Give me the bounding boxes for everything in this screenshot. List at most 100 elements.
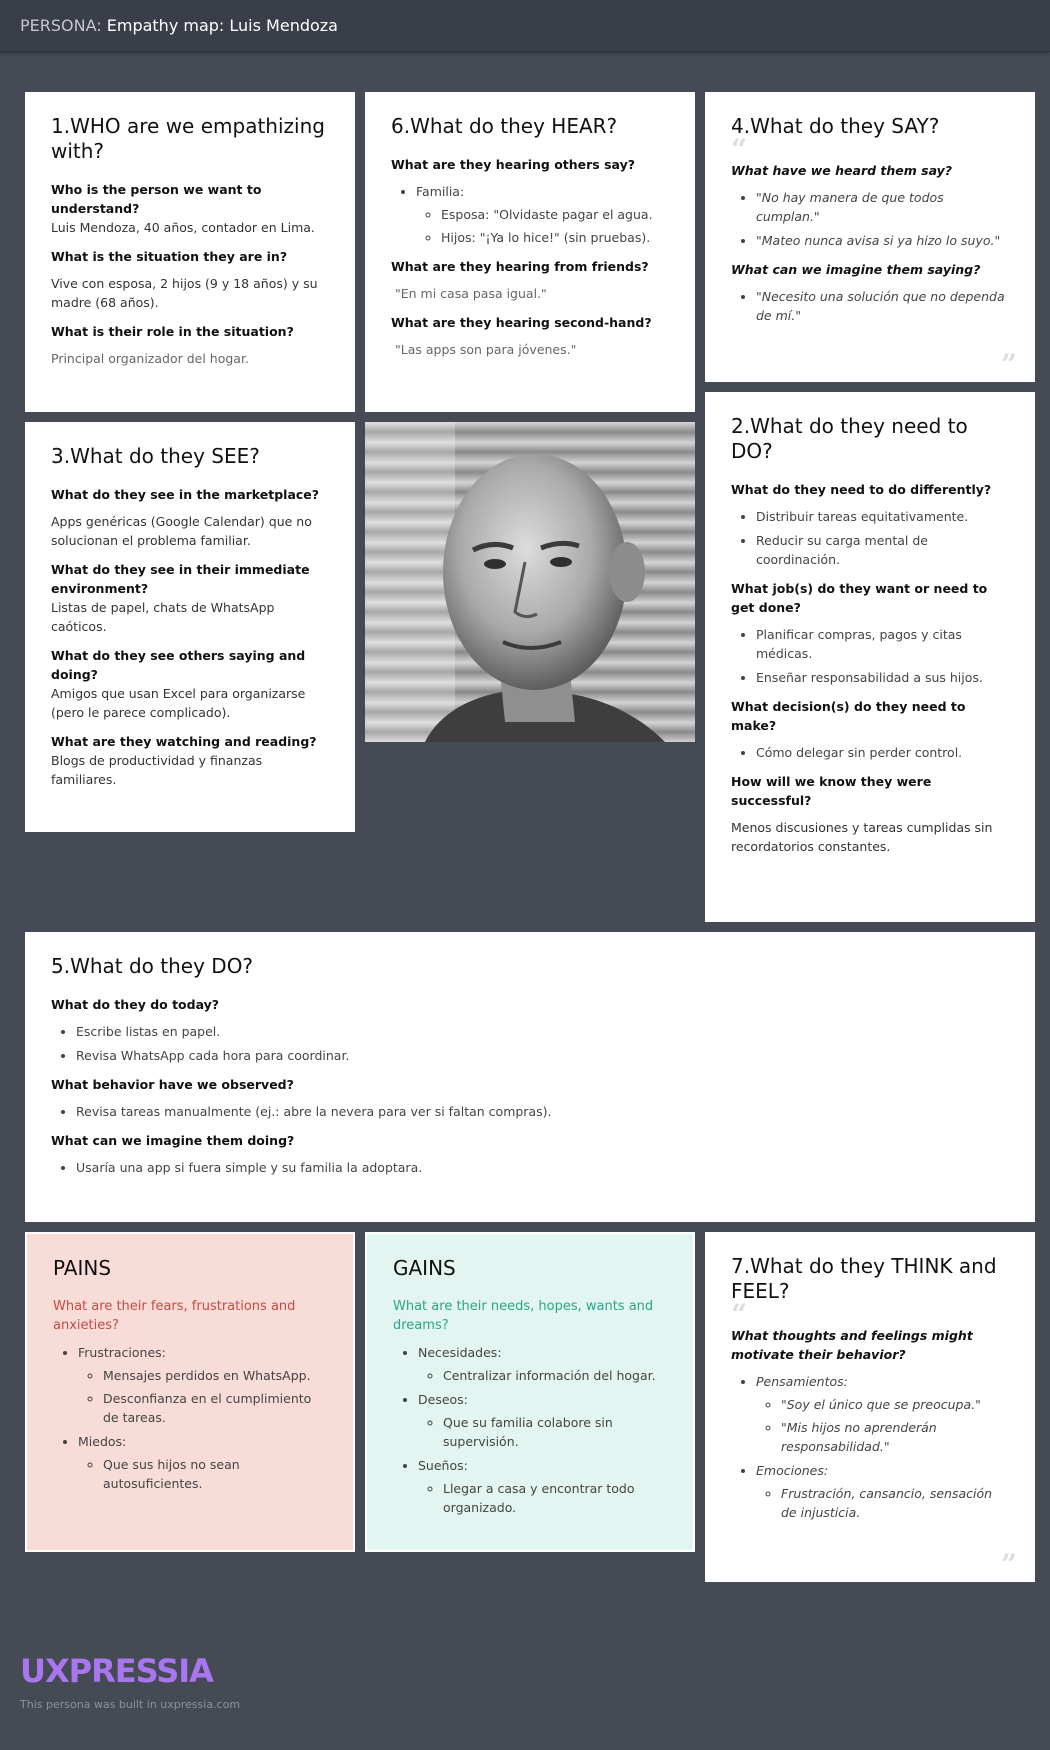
- close-quote-icon: ”: [1000, 348, 1017, 381]
- answer: Amigos que usan Excel para organizarse (…: [51, 686, 306, 720]
- group-label: Miedos:: [78, 1434, 127, 1449]
- pains-list: Frustraciones: Mensajes perdidos en What…: [53, 1343, 327, 1493]
- group-label: Familia:: [416, 184, 465, 199]
- gains-title: GAINS: [393, 1256, 456, 1280]
- question: What are they hearing from friends?: [391, 259, 649, 274]
- think-card: 7.What do they THINK and FEEL? “ What th…: [705, 1232, 1035, 1582]
- think-list: Pensamientos: "Soy el único que se preoc…: [731, 1372, 1009, 1522]
- list-item: Que sus hijos no sean autosuficientes.: [103, 1455, 327, 1493]
- uxpressia-logo[interactable]: UXPRESSIA: [20, 1652, 214, 1690]
- list-item: Revisa tareas manualmente (ej.: abre la …: [76, 1102, 1009, 1121]
- answer: Luis Mendoza, 40 años, contador en Lima.: [51, 220, 315, 235]
- sub-list: Que sus hijos no sean autosuficientes.: [78, 1455, 327, 1493]
- question: What do they see in the marketplace?: [51, 487, 320, 502]
- list-item: "No hay manera de que todos cumplan.": [756, 188, 1009, 226]
- who-title: 1.WHO are we empathizing with?: [51, 114, 325, 163]
- question: What are they hearing second-hand?: [391, 315, 652, 330]
- persona-name: Empathy map: Luis Mendoza: [106, 16, 338, 35]
- list-item: "Soy el único que se preocupa.": [781, 1395, 1009, 1414]
- hear-card: 6.What do they HEAR? What are they heari…: [365, 92, 695, 412]
- sub-list: Que su familia colabore sin supervisión.: [418, 1413, 667, 1451]
- list-item: Miedos: Que sus hijos no sean autosufici…: [78, 1432, 327, 1493]
- list-item: Emociones: Frustración, cansancio, sensa…: [756, 1461, 1009, 1522]
- answer: Listas de papel, chats de WhatsApp caóti…: [51, 600, 275, 634]
- question: What do they need to do differently?: [731, 482, 992, 497]
- question: What behavior have we observed?: [51, 1077, 294, 1092]
- list-item: Que su familia colabore sin supervisión.: [443, 1413, 667, 1451]
- list-item: Frustraciones: Mensajes perdidos en What…: [78, 1343, 327, 1427]
- list-item: Desconfianza en el cumplimiento de tarea…: [103, 1389, 327, 1427]
- need-list: Cómo delegar sin perder control.: [731, 743, 1009, 762]
- pains-card: PAINS What are their fears, frustrations…: [25, 1232, 355, 1552]
- answer: "En mi casa pasa igual.": [395, 286, 547, 301]
- sub-list: "Soy el único que se preocupa." "Mis hij…: [756, 1395, 1009, 1456]
- list-item: "Mis hijos no aprenderán responsabilidad…: [781, 1418, 1009, 1456]
- group-label: Frustraciones:: [78, 1345, 166, 1360]
- persona-photo: [365, 422, 695, 742]
- answer: Apps genéricas (Google Calendar) que no …: [51, 514, 312, 548]
- do-list: Escribe listas en papel. Revisa WhatsApp…: [51, 1022, 1009, 1065]
- list-item: Distribuir tareas equitativamente.: [756, 507, 1009, 526]
- see-card: 3.What do they SEE? What do they see in …: [25, 422, 355, 832]
- question: What is their role in the situation?: [51, 324, 294, 339]
- think-title: 7.What do they THINK and FEEL?: [731, 1254, 997, 1303]
- question: What decision(s) do they need to make?: [731, 699, 966, 733]
- list-item: Escribe listas en papel.: [76, 1022, 1009, 1041]
- list-item: Deseos: Que su familia colabore sin supe…: [418, 1390, 667, 1451]
- gains-list: Necesidades: Centralizar información del…: [393, 1343, 667, 1517]
- do-list: Revisa tareas manualmente (ej.: abre la …: [51, 1102, 1009, 1121]
- sub-list: Centralizar información del hogar.: [418, 1366, 667, 1385]
- need-list: Distribuir tareas equitativamente. Reduc…: [731, 507, 1009, 569]
- list-item: Frustración, cansancio, sensación de inj…: [781, 1484, 1009, 1522]
- do-list: Usaría una app si fuera simple y su fami…: [51, 1158, 1009, 1177]
- list-item: Esposa: "Olvidaste pagar el agua.: [441, 205, 669, 224]
- see-title: 3.What do they SEE?: [51, 444, 260, 468]
- question: Who is the person we want to understand?: [51, 182, 262, 216]
- list-item: Llegar a casa y encontrar todo organizad…: [443, 1479, 667, 1517]
- who-card: 1.WHO are we empathizing with? Who is th…: [25, 92, 355, 412]
- list-item: Cómo delegar sin perder control.: [756, 743, 1009, 762]
- list-item: Reducir su carga mental de coordinación.: [756, 531, 1009, 569]
- list-item: Mensajes perdidos en WhatsApp.: [103, 1366, 327, 1385]
- list-item: Sueños: Llegar a casa y encontrar todo o…: [418, 1456, 667, 1517]
- question: What do they do today?: [51, 997, 220, 1012]
- close-quote-icon: ”: [1000, 1548, 1017, 1581]
- question: What do they see others saying and doing…: [51, 648, 306, 682]
- sub-list: Frustración, cansancio, sensación de inj…: [756, 1484, 1009, 1522]
- group-label: Deseos:: [418, 1392, 468, 1407]
- question: What are they hearing others say?: [391, 157, 635, 172]
- sub-list: Esposa: "Olvidaste pagar el agua. Hijos:…: [416, 205, 669, 247]
- sub-list: Mensajes perdidos en WhatsApp. Desconfia…: [78, 1366, 327, 1427]
- say-title: 4.What do they SAY?: [731, 114, 940, 138]
- answer: Blogs de productividad y finanzas famili…: [51, 753, 263, 787]
- question: What can we imagine them saying?: [731, 262, 981, 277]
- question: What have we heard them say?: [731, 163, 953, 178]
- pains-title: PAINS: [53, 1256, 112, 1280]
- gains-card: GAINS What are their needs, hopes, wants…: [365, 1232, 695, 1552]
- answer: Vive con esposa, 2 hijos (9 y 18 años) y…: [51, 276, 318, 310]
- list-item: Enseñar responsabilidad a sus hijos.: [756, 668, 1009, 687]
- answer: Menos discusiones y tareas cumplidas sin…: [731, 820, 993, 854]
- open-quote-icon: “: [731, 1298, 748, 1331]
- say-list: "No hay manera de que todos cumplan." "M…: [731, 188, 1009, 250]
- list-item: Revisa WhatsApp cada hora para coordinar…: [76, 1046, 1009, 1065]
- open-quote-icon: “: [731, 133, 748, 166]
- question: How will we know they were successful?: [731, 774, 932, 808]
- question: What thoughts and feelings might motivat…: [731, 1328, 973, 1362]
- answer: Principal organizador del hogar.: [51, 351, 249, 366]
- pains-subtitle: What are their fears, frustrations and a…: [53, 1299, 296, 1333]
- need-list: Planificar compras, pagos y citas médica…: [731, 625, 1009, 687]
- footer-note: This persona was built in uxpressia.com: [20, 1698, 241, 1711]
- group-label: Necesidades:: [418, 1345, 502, 1360]
- need-card: 2.What do they need to DO? What do they …: [705, 392, 1035, 922]
- gains-subtitle: What are their needs, hopes, wants and d…: [393, 1299, 654, 1333]
- persona-prefix: PERSONA:: [20, 16, 102, 35]
- group-label: Pensamientos:: [756, 1374, 848, 1389]
- persona-photo-image: [365, 422, 695, 742]
- list-item: Planificar compras, pagos y citas médica…: [756, 625, 1009, 663]
- sub-list: Llegar a casa y encontrar todo organizad…: [418, 1479, 667, 1517]
- question: What job(s) do they want or need to get …: [731, 581, 988, 615]
- persona-title: PERSONA: Empathy map: Luis Mendoza: [20, 16, 338, 35]
- list-item: "Necesito una solución que no dependa de…: [756, 287, 1009, 325]
- question: What is the situation they are in?: [51, 249, 288, 264]
